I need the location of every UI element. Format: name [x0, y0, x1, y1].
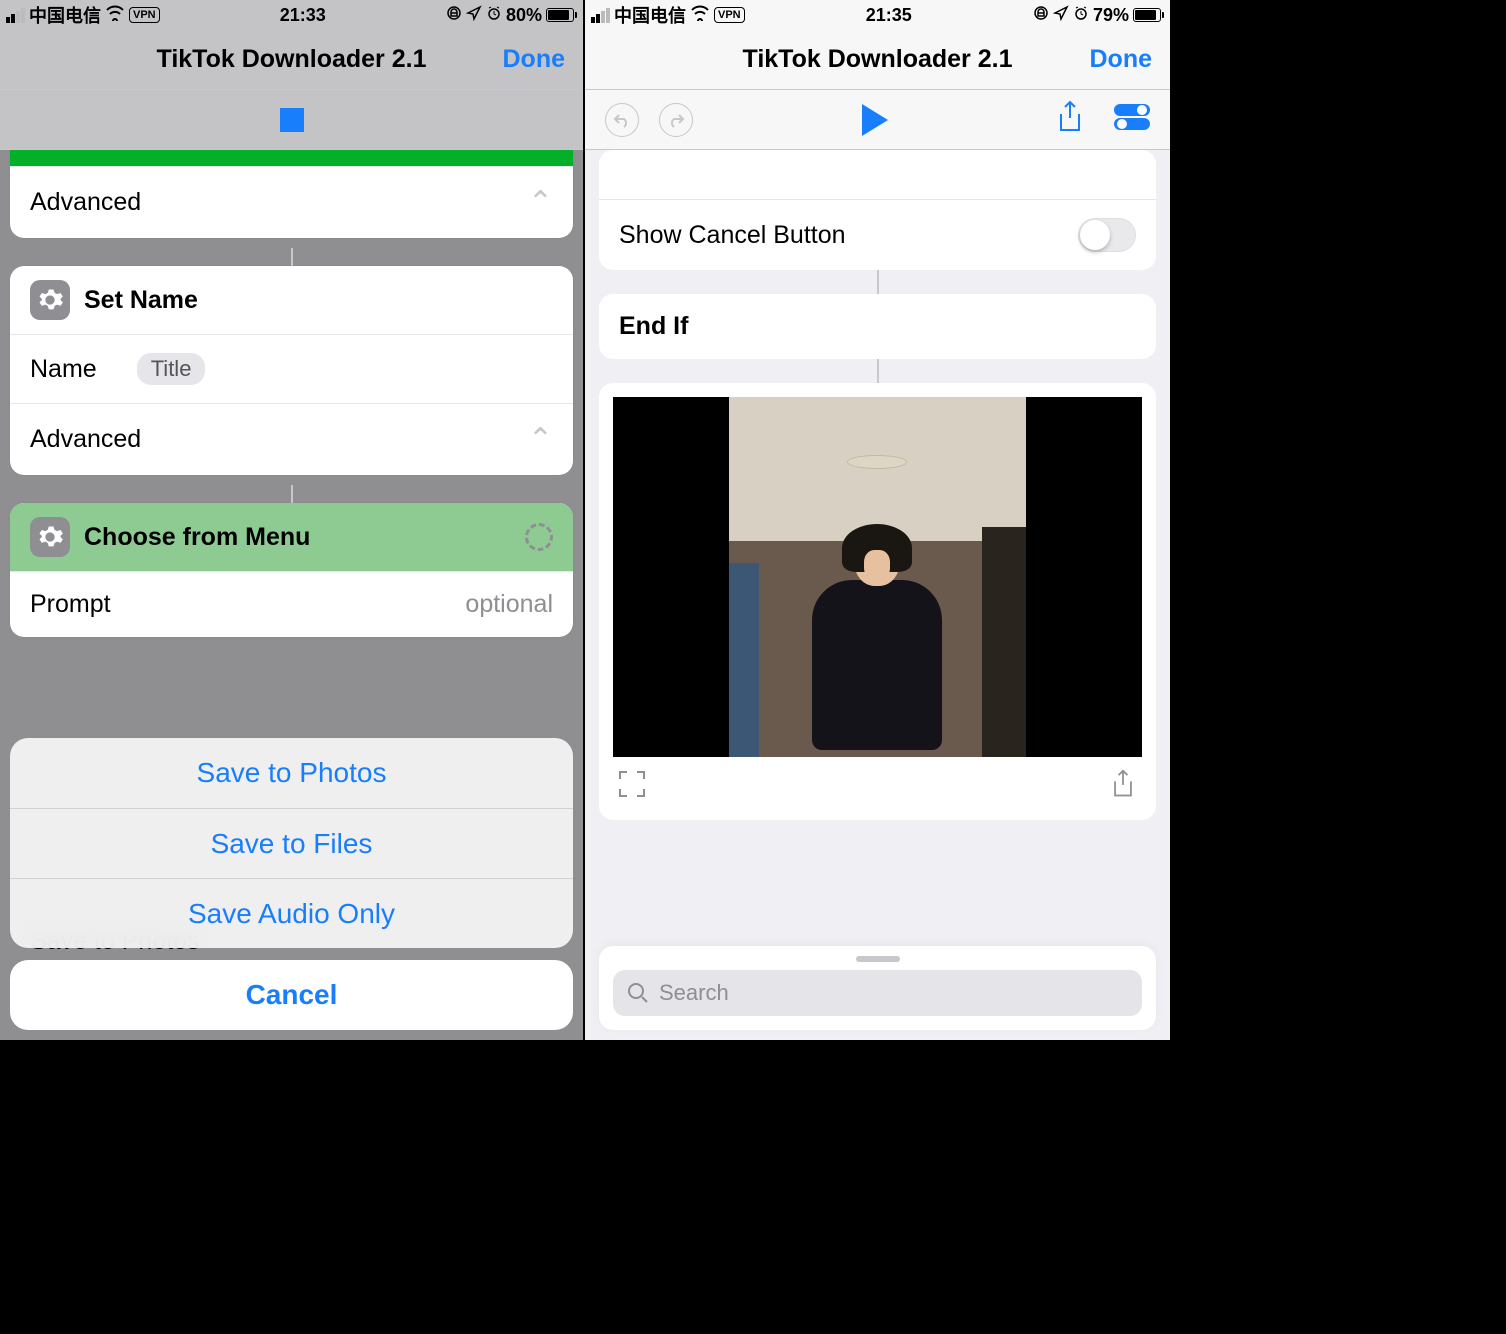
end-if-card: End If	[599, 294, 1156, 359]
share-button[interactable]	[1056, 100, 1084, 139]
battery-pct: 80%	[506, 5, 542, 26]
battery-icon	[1133, 8, 1164, 22]
chevron-up-icon: ⌃	[528, 422, 553, 457]
share-icon	[1108, 769, 1138, 799]
toolbar	[0, 90, 583, 150]
advanced-label-2: Advanced	[30, 425, 141, 454]
gear-icon	[30, 280, 70, 320]
search-placeholder: Search	[659, 980, 729, 1006]
alarm-icon	[1073, 5, 1089, 26]
redo-button[interactable]	[659, 103, 693, 137]
search-field[interactable]: Search	[613, 970, 1142, 1016]
stop-running-indicator[interactable]	[280, 108, 304, 132]
nav-title: TikTok Downloader 2.1	[157, 45, 427, 74]
nav-header: TikTok Downloader 2.1 Done	[585, 30, 1170, 90]
name-param-row[interactable]: Name Title	[10, 334, 573, 403]
set-name-card: Set Name Name Title Advanced ⌃	[10, 266, 573, 475]
action-sheet: Save to Photos Save to Files Save Audio …	[10, 738, 573, 1030]
vpn-badge: VPN	[129, 7, 160, 23]
gear-icon	[30, 517, 70, 557]
expand-button[interactable]	[617, 769, 647, 804]
cancel-button[interactable]: Cancel	[10, 960, 573, 1030]
location-icon	[466, 5, 482, 26]
connector-line	[877, 270, 879, 294]
done-button[interactable]: Done	[1090, 45, 1153, 74]
chevron-up-icon: ⌃	[528, 185, 553, 220]
status-time: 21:33	[280, 5, 326, 26]
search-icon	[627, 982, 649, 1004]
vpn-badge: VPN	[714, 7, 745, 23]
carrier-label: 中国电信	[29, 2, 101, 28]
name-label: Name	[30, 355, 97, 384]
get-contents-card: Advanced ⌃	[10, 150, 573, 238]
choose-from-menu-card: Choose from Menu Prompt optional	[10, 503, 573, 637]
toggles-icon	[1114, 102, 1150, 132]
show-cancel-label: Show Cancel Button	[619, 221, 846, 250]
grabber-handle[interactable]	[856, 956, 900, 962]
save-to-files-option[interactable]: Save to Files	[10, 808, 573, 878]
action-card: Show Cancel Button	[599, 150, 1156, 270]
nav-title: TikTok Downloader 2.1	[743, 45, 1013, 74]
prompt-placeholder: optional	[465, 590, 553, 619]
undo-button[interactable]	[605, 103, 639, 137]
search-panel[interactable]: Search	[599, 946, 1156, 1030]
result-preview-card	[599, 383, 1156, 820]
battery-icon	[546, 8, 577, 22]
show-cancel-toggle[interactable]	[1078, 218, 1136, 252]
advanced-row[interactable]: Advanced ⌃	[10, 166, 573, 238]
share-icon	[1056, 100, 1084, 134]
run-button[interactable]	[862, 104, 888, 136]
play-icon	[862, 104, 888, 136]
video-preview[interactable]	[613, 397, 1142, 757]
set-name-header: Set Name	[84, 286, 198, 315]
wifi-icon	[105, 5, 125, 26]
status-bar: 中国电信 VPN 21:33 80%	[0, 0, 583, 30]
settings-button[interactable]	[1114, 102, 1150, 137]
prompt-label: Prompt	[30, 590, 111, 619]
connector-line	[877, 359, 879, 383]
connector-line	[291, 248, 293, 266]
nav-header: TikTok Downloader 2.1 Done	[0, 30, 583, 90]
battery-pct: 79%	[1093, 5, 1129, 26]
choose-from-menu-header: Choose from Menu	[84, 523, 310, 552]
signal-icon	[6, 8, 25, 23]
rotation-lock-icon	[1033, 5, 1049, 26]
action-sheet-options: Save to Photos Save to Files Save Audio …	[10, 738, 573, 948]
share-result-button[interactable]	[1108, 769, 1138, 804]
save-audio-only-option[interactable]: Save Audio Only	[10, 878, 573, 948]
spinner-icon	[525, 523, 553, 551]
end-if-label: End If	[619, 312, 688, 340]
connector-line	[291, 485, 293, 503]
name-title-token[interactable]: Title	[137, 353, 206, 385]
carrier-label: 中国电信	[614, 2, 686, 28]
save-to-photos-option[interactable]: Save to Photos	[10, 738, 573, 808]
workflow-content: Show Cancel Button End If	[585, 150, 1170, 1040]
left-screenshot: 中国电信 VPN 21:33 80% TikTok Downloader 2.1…	[0, 0, 585, 1040]
status-time: 21:35	[866, 5, 912, 26]
toolbar	[585, 90, 1170, 150]
right-screenshot: 中国电信 VPN 21:35 79% TikTok Downloader 2.1…	[585, 0, 1170, 1040]
location-icon	[1053, 5, 1069, 26]
advanced-label: Advanced	[30, 188, 141, 217]
done-button[interactable]: Done	[503, 45, 566, 74]
signal-icon	[591, 8, 610, 23]
alarm-icon	[486, 5, 502, 26]
show-cancel-button-row: Show Cancel Button	[599, 200, 1156, 270]
wifi-icon	[690, 5, 710, 26]
rotation-lock-icon	[446, 5, 462, 26]
advanced-row-2[interactable]: Advanced ⌃	[10, 403, 573, 475]
blank-row	[599, 150, 1156, 200]
expand-icon	[617, 769, 647, 799]
status-bar: 中国电信 VPN 21:35 79%	[585, 0, 1170, 30]
prompt-row[interactable]: Prompt optional	[10, 571, 573, 637]
